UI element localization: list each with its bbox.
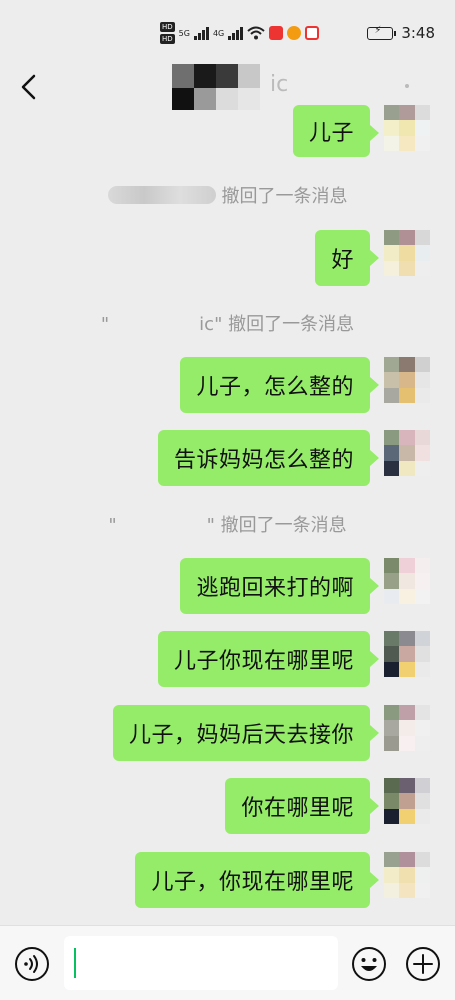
message-text: 儿子 [308, 121, 354, 146]
wifi-icon [247, 26, 265, 40]
message-row: 告诉妈妈怎么整的 [0, 430, 455, 488]
system-message-text: " " 撤回了一条消息 [108, 515, 347, 536]
status-icons-left: HD HD 5G 4G [160, 18, 320, 48]
message-text: 儿子，你现在哪里呢 [151, 870, 354, 895]
message-text: 好 [331, 248, 354, 273]
system-message: 撤回了一条消息 [0, 180, 455, 210]
contact-name-suffix: ic [270, 72, 289, 97]
voice-icon[interactable] [14, 946, 50, 982]
message-bubble[interactable]: 好 [315, 230, 379, 286]
message-bubble[interactable]: 你在哪里呢 [225, 778, 379, 834]
avatar[interactable] [384, 778, 430, 824]
message-text: 儿子你现在哪里呢 [173, 649, 354, 674]
message-row: 你在哪里呢 [0, 778, 455, 836]
message-row: 好 [0, 230, 455, 288]
status-bar: HD HD 5G 4G 3:48 [0, 0, 455, 60]
battery-charging-icon [367, 25, 397, 40]
input-bar [0, 925, 455, 1000]
status-time: 3:48 [401, 24, 435, 42]
avatar[interactable] [384, 705, 430, 751]
avatar[interactable] [384, 357, 430, 403]
avatar[interactable] [384, 558, 430, 604]
avatar[interactable] [384, 105, 430, 151]
message-bubble[interactable]: 儿子，妈妈后天去接你 [112, 705, 380, 761]
message-row: 儿子，你现在哪里呢 [0, 852, 455, 910]
plus-circle-icon[interactable] [405, 946, 441, 982]
app-notification-icon [305, 26, 320, 40]
message-text: 你在哪里呢 [241, 796, 354, 821]
emoji-icon[interactable] [351, 946, 387, 982]
app-notification-icon [269, 26, 284, 40]
avatar[interactable] [384, 230, 430, 276]
message-bubble[interactable]: 儿子你现在哪里呢 [157, 631, 380, 687]
message-text: 儿子，怎么整的 [196, 375, 354, 400]
message-bubble[interactable]: 儿子，怎么整的 [180, 357, 379, 413]
avatar[interactable] [384, 631, 430, 677]
message-bubble[interactable]: 儿子 [292, 105, 380, 157]
message-row: 儿子，妈妈后天去接你 [0, 705, 455, 763]
system-message-text: " ic" 撤回了一条消息 [100, 314, 355, 335]
avatar[interactable] [384, 852, 430, 898]
message-text: 告诉妈妈怎么整的 [173, 448, 354, 473]
system-message: " ic" 撤回了一条消息 [0, 308, 455, 338]
message-row: 儿子 [0, 105, 455, 163]
message-bubble[interactable]: 逃跑回来打的啊 [180, 558, 379, 614]
message-row: 儿子，怎么整的 [0, 357, 455, 415]
hd-badge: HD [160, 22, 175, 32]
message-input[interactable] [64, 936, 338, 990]
message-text: 儿子，妈妈后天去接你 [128, 723, 354, 748]
avatar[interactable] [384, 430, 430, 476]
weibo-icon [287, 26, 302, 40]
hd-badge: HD [160, 34, 175, 44]
message-row: 逃跑回来打的啊 [0, 558, 455, 616]
message-bubble[interactable]: 告诉妈妈怎么整的 [157, 430, 380, 486]
chevron-left-icon[interactable] [14, 70, 44, 104]
system-message-text: 撤回了一条消息 [221, 186, 348, 207]
network-label: 5G [178, 28, 190, 38]
hd-badges: HD HD [160, 22, 175, 44]
blurred-name [107, 186, 216, 204]
message-row: 儿子你现在哪里呢 [0, 631, 455, 689]
text-caret [74, 948, 76, 978]
message-bubble[interactable]: 儿子，你现在哪里呢 [135, 852, 379, 908]
signal-icon [228, 26, 244, 40]
status-icons-right: 3:48 [367, 24, 435, 42]
chat-messages[interactable]: 儿子 撤回了一条消息 好 " ic" 撤回了一条消息 儿子，怎么整的 告诉妈妈怎… [0, 105, 455, 925]
network-label: 4G [212, 28, 225, 38]
more-dots-icon[interactable] [405, 84, 409, 88]
message-text: 逃跑回来打的啊 [196, 576, 354, 601]
system-message: " " 撤回了一条消息 [0, 509, 455, 539]
signal-icon [193, 26, 209, 40]
